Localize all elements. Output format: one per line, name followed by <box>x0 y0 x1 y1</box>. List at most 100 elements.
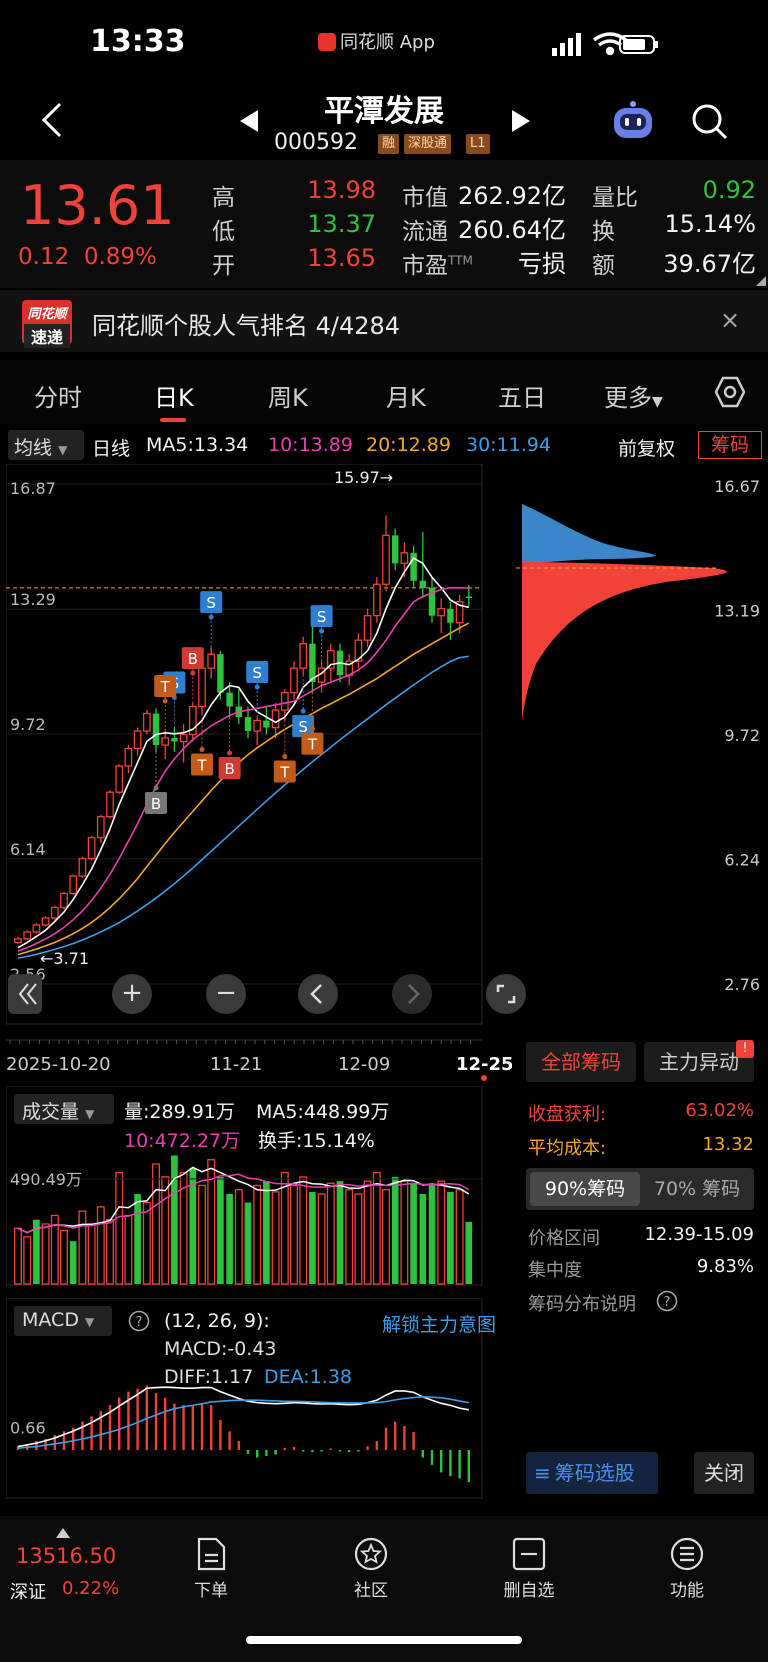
signal-label: T <box>196 757 207 775</box>
volume-tick-label: 490.49万 <box>10 1170 82 1189</box>
ma20-line <box>17 622 470 956</box>
signal-label: B <box>188 650 198 668</box>
index-value[interactable]: 13516.50 <box>16 1544 116 1568</box>
ma30-line <box>17 655 469 959</box>
help-icon[interactable]: ? <box>656 1290 678 1312</box>
high-label: 高 <box>212 185 235 211</box>
vol-ratio-value: 0.92 <box>702 176 756 204</box>
pct90-tab[interactable]: 90%筹码 <box>530 1172 640 1206</box>
remove-watchlist-icon <box>512 1537 546 1571</box>
candle <box>124 747 133 767</box>
volume-bar <box>400 1180 409 1285</box>
banner-close-icon[interactable]: × <box>720 306 740 334</box>
low-value: 13.37 <box>307 210 376 238</box>
candle <box>152 713 160 746</box>
scroll-left-icon[interactable] <box>298 974 338 1014</box>
index-change: 0.22% <box>62 1578 120 1599</box>
volume-bar <box>372 1171 381 1285</box>
volume-value: 量:289.91万 <box>124 1101 235 1123</box>
zoom-out-button[interactable]: − <box>206 974 246 1014</box>
ai-assistant-icon[interactable] <box>610 100 656 142</box>
chip-toggle-button[interactable]: 筹码 <box>698 431 762 459</box>
macd-value: MACD:-0.43 <box>164 1338 277 1360</box>
signal-dot <box>162 698 168 704</box>
amount-value: 39.67亿 <box>663 250 756 278</box>
volume-bar <box>226 1194 233 1284</box>
nav-remove-watchlist[interactable]: 删自选 <box>484 1536 574 1601</box>
tag-margin: 融 <box>378 134 400 154</box>
adjust-select[interactable]: 前复权 <box>618 434 675 461</box>
caret-down-icon: ▼ <box>58 443 68 457</box>
next-stock-icon[interactable] <box>512 110 530 132</box>
fullscreen-icon[interactable] <box>486 974 526 1014</box>
date-label: 12-09 <box>338 1054 390 1075</box>
volume-bar <box>14 1227 22 1285</box>
signal-dot <box>254 684 260 690</box>
ma5-label: MA5:13.34 <box>146 434 249 456</box>
macd-select-label: MACD <box>22 1309 79 1331</box>
settings-icon[interactable] <box>714 376 746 408</box>
current-price: 13.61 <box>20 174 175 237</box>
close-chip-button[interactable]: 关闭 <box>694 1452 754 1494</box>
source-app-link[interactable]: 同花顺 App <box>318 28 435 54</box>
chip-screener-label: 筹码选股 <box>554 1461 635 1485</box>
kline-chart[interactable]: 16.8713.299.726.142.56STBSBTBSTSTS15.97→… <box>6 464 512 1034</box>
pe-value: 亏损 <box>518 250 566 278</box>
candle <box>419 580 427 588</box>
turnover-label: 换 <box>592 219 615 245</box>
volume-indicator-select[interactable]: 成交量 ▼ <box>14 1094 114 1124</box>
tab-weekly[interactable]: 周K <box>268 378 308 413</box>
source-app-label: 同花顺 App <box>340 32 435 53</box>
chip-tick-label: 13.19 <box>714 602 760 621</box>
period-label: 日线 <box>92 438 131 460</box>
tab-monthly[interactable]: 月K <box>386 378 426 413</box>
caret-down-icon: ▼ <box>652 394 663 410</box>
search-icon[interactable] <box>690 102 730 142</box>
chip-tick-label: 2.76 <box>724 975 760 994</box>
chip-screener-button[interactable]: ≡ 筹码选股 <box>526 1452 658 1494</box>
nav-functions[interactable]: 功能 <box>642 1536 732 1601</box>
candle <box>280 691 289 711</box>
collapse-left-icon[interactable] <box>8 974 42 1014</box>
unlock-intent-link[interactable]: 解锁主力意图 <box>382 1310 496 1337</box>
nav-order[interactable]: 下单 <box>166 1536 256 1601</box>
candle <box>437 608 446 617</box>
candle <box>299 643 308 669</box>
list-icon: ≡ <box>534 1461 551 1485</box>
chip-red-area <box>522 562 727 722</box>
signal-dot <box>190 670 196 676</box>
tab-more-label: 更多 <box>604 384 652 412</box>
volume-bar <box>336 1181 344 1284</box>
volume-bar <box>382 1189 390 1285</box>
candle <box>179 733 188 743</box>
svg-text:?: ? <box>136 1315 143 1330</box>
candle <box>171 738 178 742</box>
volume-bar <box>465 1221 473 1284</box>
macd-indicator-select[interactable]: MACD ▼ <box>14 1306 112 1336</box>
nav-functions-label: 功能 <box>670 1581 704 1601</box>
expand-corner-icon[interactable] <box>756 276 766 286</box>
tab-more[interactable]: 更多▼ <box>604 378 663 413</box>
volume-bar <box>309 1191 316 1284</box>
change-pct: 0.89% <box>83 244 157 270</box>
tag-level: L1 <box>466 134 490 154</box>
nav-community[interactable]: 社区 <box>326 1536 416 1601</box>
candle <box>363 615 372 641</box>
all-chips-button[interactable]: 全部筹码 <box>526 1042 636 1082</box>
tab-intraday[interactable]: 分时 <box>34 378 82 413</box>
indicator-select[interactable]: 均线 ▼ <box>8 430 84 460</box>
candle <box>447 608 454 623</box>
macd-help-icon[interactable]: ? <box>128 1310 150 1332</box>
candle <box>41 917 50 926</box>
pct70-tab[interactable]: 70% 筹码 <box>642 1172 752 1206</box>
tab-daily[interactable]: 日K <box>154 378 194 413</box>
mktcap-value: 262.92亿 <box>458 182 566 210</box>
app-icon <box>318 33 336 51</box>
macd-tick-label: 0.66 <box>10 1418 46 1437</box>
signal-dot <box>282 754 288 760</box>
scroll-right-icon[interactable] <box>392 974 432 1014</box>
date-label: 12-25 <box>456 1054 512 1075</box>
tab-fiveday[interactable]: 五日 <box>498 378 546 413</box>
pe-label-text: 市盈 <box>402 253 448 279</box>
zoom-in-button[interactable]: + <box>112 974 152 1014</box>
